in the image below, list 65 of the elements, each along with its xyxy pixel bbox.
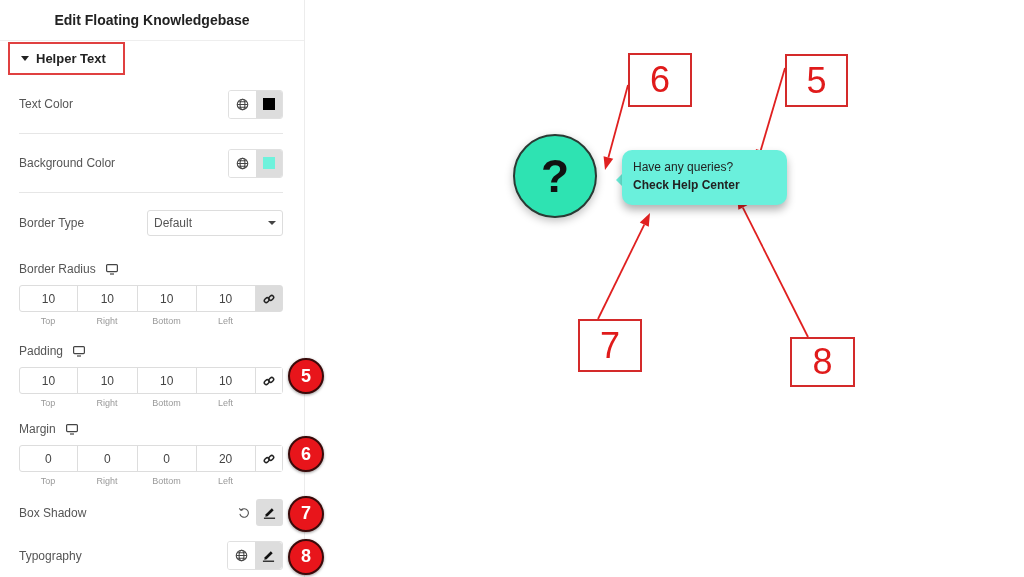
control-label: Typography bbox=[19, 548, 82, 563]
field-caption: Left bbox=[218, 398, 233, 408]
control-label: Border Type bbox=[19, 216, 85, 230]
panel-title: Edit Floating Knowledgebase bbox=[54, 12, 250, 28]
section-header[interactable]: Helper Text bbox=[8, 42, 125, 75]
field-caption: Right bbox=[96, 476, 118, 486]
link-button[interactable] bbox=[255, 286, 282, 311]
field-caption: Right bbox=[96, 398, 118, 408]
desktop-icon bbox=[73, 345, 86, 357]
dimension-field[interactable]: 0 bbox=[77, 446, 138, 471]
select-field[interactable]: Default bbox=[147, 210, 283, 236]
field-caption: Bottom bbox=[152, 398, 181, 408]
edit-button[interactable] bbox=[255, 542, 282, 569]
desktop-icon bbox=[65, 423, 78, 435]
dimension-field[interactable]: 10 bbox=[137, 368, 197, 393]
desktop-icon bbox=[105, 263, 118, 275]
callout-number: 6 bbox=[628, 53, 692, 107]
field-caption: Left bbox=[218, 476, 233, 486]
field-caption: Right bbox=[96, 316, 118, 326]
globe-icon bbox=[236, 97, 249, 111]
help-button[interactable]: ? bbox=[513, 134, 597, 218]
pencil-icon bbox=[263, 506, 276, 519]
globe-icon bbox=[236, 156, 249, 170]
field-caption: Left bbox=[218, 316, 233, 326]
link-icon bbox=[262, 292, 275, 305]
edit-button[interactable] bbox=[256, 499, 283, 526]
field-caption: Top bbox=[40, 316, 56, 326]
dimension-field[interactable]: 10 bbox=[196, 286, 256, 311]
help-link[interactable]: Check Help Center bbox=[633, 178, 776, 192]
color-picker[interactable] bbox=[256, 149, 282, 177]
link-icon bbox=[262, 452, 275, 465]
step-badge: 6 bbox=[288, 436, 324, 472]
dimension-field[interactable]: 10 bbox=[196, 368, 256, 393]
reset-icon[interactable] bbox=[238, 506, 250, 519]
dimension-field[interactable]: 0 bbox=[137, 446, 197, 471]
dimension-field[interactable]: 10 bbox=[20, 286, 78, 311]
helper-text: Have any queries? bbox=[633, 160, 735, 174]
control-label: Box Shadow bbox=[19, 505, 87, 520]
callout-number: 8 bbox=[790, 337, 855, 387]
step-badge: 7 bbox=[288, 495, 324, 532]
link-icon bbox=[262, 374, 275, 387]
control-label: Background Color bbox=[19, 156, 116, 170]
control-label: Padding bbox=[19, 344, 64, 358]
color-picker[interactable] bbox=[256, 90, 282, 118]
control-label: Margin bbox=[19, 422, 56, 436]
dimension-field[interactable]: 10 bbox=[20, 368, 78, 393]
globe-icon bbox=[235, 549, 248, 562]
field-caption: Bottom bbox=[152, 476, 181, 486]
dimension-field[interactable]: 20 bbox=[196, 446, 256, 471]
dimension-field[interactable]: 10 bbox=[137, 286, 197, 311]
pencil-icon bbox=[262, 549, 275, 562]
caret-icon bbox=[21, 56, 29, 61]
callout-number: 7 bbox=[578, 319, 642, 372]
control-label: Border Radius bbox=[19, 262, 96, 276]
control-label: Text Color bbox=[19, 97, 74, 111]
step-badge: 5 bbox=[288, 358, 324, 394]
callout-number: 5 bbox=[785, 54, 848, 107]
dimension-field[interactable]: 0 bbox=[20, 446, 78, 471]
helper-bubble[interactable]: Have any queries? Check Help Center bbox=[622, 150, 787, 205]
dimension-field[interactable]: 10 bbox=[77, 286, 138, 311]
dimension-field[interactable]: 10 bbox=[77, 368, 138, 393]
field-caption: Bottom bbox=[152, 316, 181, 326]
field-caption: Top bbox=[40, 476, 56, 486]
field-caption: Top bbox=[40, 398, 56, 408]
step-badge: 8 bbox=[288, 538, 324, 575]
